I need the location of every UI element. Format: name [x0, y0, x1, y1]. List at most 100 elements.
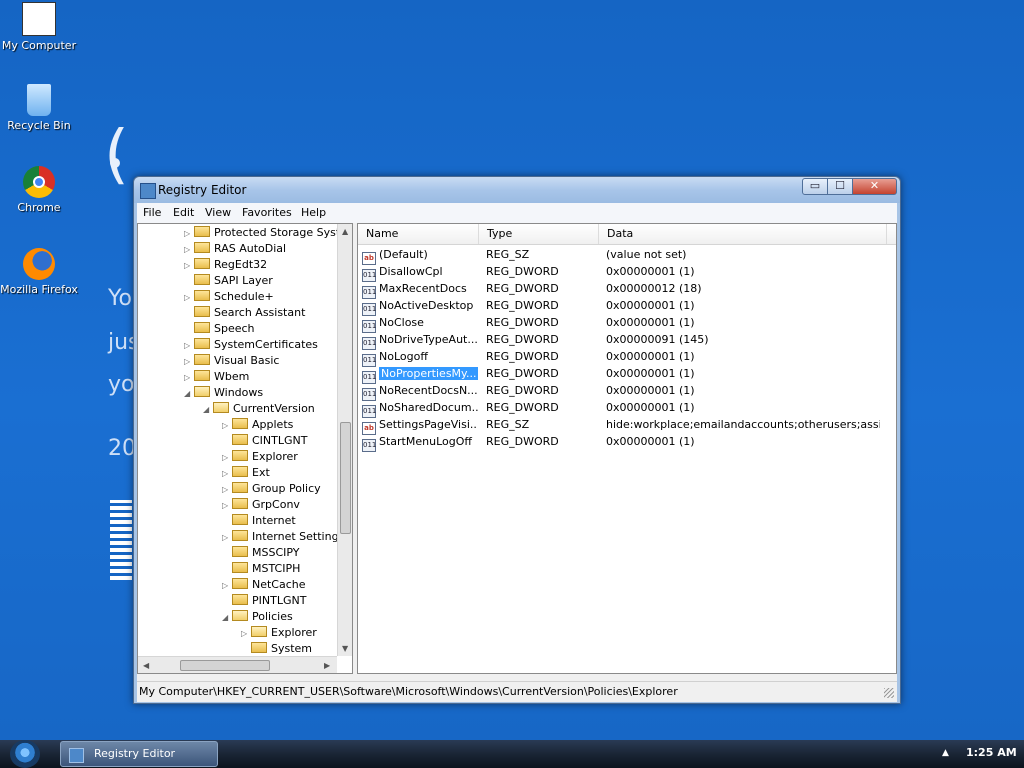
- tree-node[interactable]: ▷ Applets: [222, 417, 293, 433]
- tree-node[interactable]: ▷ Protected Storage Syst: [184, 225, 340, 241]
- expand-arrow-icon[interactable]: ▷: [184, 354, 194, 370]
- desktop-icon-my-computer[interactable]: My Computer: [0, 2, 78, 52]
- value-row[interactable]: 011 StartMenuLogOff REG_DWORD 0x00000001 (1…: [358, 433, 896, 452]
- value-row[interactable]: 011 NoPropertiesMy... REG_DWORD 0x00000001 …: [358, 365, 896, 384]
- column-header-type[interactable]: Type: [479, 224, 599, 244]
- scroll-right-icon[interactable]: ▶: [324, 661, 330, 670]
- registry-tree: ▷ Protected Storage Syst ▷ RAS AutoDial ▷ Reg…: [137, 223, 353, 674]
- expand-arrow-icon[interactable]: ▷: [184, 242, 194, 258]
- value-name-text: NoLogoff: [379, 350, 428, 363]
- close-button[interactable]: ✕: [852, 178, 897, 195]
- scroll-up-icon[interactable]: ▲: [342, 227, 348, 236]
- expand-arrow-icon[interactable]: ▷: [222, 466, 232, 482]
- value-row[interactable]: 011 NoSharedDocum... REG_DWORD 0x00000001 (…: [358, 399, 896, 418]
- background-dot: [110, 158, 120, 168]
- background-text-line: yo: [108, 372, 135, 397]
- value-row[interactable]: 011 MaxRecentDocs REG_DWORD 0x00000012 (18): [358, 280, 896, 299]
- tree-node[interactable]: SAPI Layer: [184, 273, 273, 289]
- expand-arrow-icon[interactable]: ▷: [222, 498, 232, 514]
- value-row[interactable]: ab (Default) REG_SZ (value not set): [358, 246, 896, 265]
- value-type: REG_SZ: [486, 418, 530, 431]
- resize-grip-icon[interactable]: [884, 688, 894, 698]
- scroll-left-icon[interactable]: ◀: [143, 661, 149, 670]
- expand-arrow-icon[interactable]: ▷: [184, 226, 194, 242]
- collapse-arrow-icon[interactable]: ▷: [241, 626, 251, 642]
- tree-node-label: Internet: [252, 514, 296, 527]
- tree-node[interactable]: ▷ Group Policy: [222, 481, 321, 497]
- tree-node[interactable]: MSSCIPY: [222, 545, 300, 561]
- desktop-icon-recycle-bin[interactable]: Recycle Bin: [0, 84, 78, 132]
- expand-arrow-icon[interactable]: ▷: [184, 258, 194, 274]
- tree-node[interactable]: PINTLGNT: [222, 593, 306, 609]
- tree-node[interactable]: ▷ RAS AutoDial: [184, 241, 286, 257]
- value-row[interactable]: 011 NoActiveDesktop REG_DWORD 0x00000001 (1…: [358, 297, 896, 316]
- taskbar-button-registry-editor[interactable]: Registry Editor: [60, 741, 218, 767]
- value-row[interactable]: 011 NoDriveTypeAut... REG_DWORD 0x00000091 …: [358, 331, 896, 350]
- regedit-icon: [69, 748, 84, 763]
- tree-node[interactable]: Speech: [184, 321, 255, 337]
- folder-icon: [251, 626, 267, 637]
- value-row[interactable]: 011 DisallowCpl REG_DWORD 0x00000001 (1): [358, 263, 896, 282]
- column-header-name[interactable]: Name: [358, 224, 479, 244]
- column-header-data[interactable]: Data: [599, 224, 887, 244]
- tree-node[interactable]: ▷ RegEdt32: [184, 257, 267, 273]
- tree-node[interactable]: ◢ CurrentVersion: [203, 401, 315, 417]
- tree-node[interactable]: ▷ Ext: [222, 465, 270, 481]
- tree-node[interactable]: ◢ Windows: [184, 385, 263, 401]
- menu-edit[interactable]: Edit: [173, 206, 194, 219]
- tree-node[interactable]: ◢ Policies: [222, 609, 293, 625]
- collapse-arrow-icon[interactable]: ◢: [203, 402, 213, 418]
- tree-vertical-scroll-thumb[interactable]: [340, 422, 351, 534]
- tree-vertical-scrollbar[interactable]: ▲ ▼: [337, 224, 352, 656]
- value-row[interactable]: 011 NoLogoff REG_DWORD 0x00000001 (1): [358, 348, 896, 367]
- desktop-icon-chrome[interactable]: Chrome: [0, 166, 78, 214]
- tree-node[interactable]: ▷ NetCache: [222, 577, 306, 593]
- tree-node[interactable]: ▷ Explorer: [222, 449, 298, 465]
- expand-arrow-icon[interactable]: ▷: [184, 370, 194, 386]
- clock[interactable]: 1:25 AM: [966, 746, 1017, 759]
- tree-horizontal-scrollbar[interactable]: ◀ ▶: [138, 656, 337, 673]
- maximize-button[interactable]: ☐: [827, 178, 853, 195]
- tree-node[interactable]: ▷ Wbem: [184, 369, 249, 385]
- expand-arrow-icon[interactable]: ▷: [222, 450, 232, 466]
- expand-arrow-icon[interactable]: ▷: [222, 482, 232, 498]
- folder-icon: [232, 562, 248, 573]
- scroll-down-icon[interactable]: ▼: [342, 644, 348, 653]
- value-name: 011 StartMenuLogOff: [362, 433, 478, 452]
- menu-help[interactable]: Help: [301, 206, 326, 219]
- expand-arrow-icon[interactable]: ▷: [184, 338, 194, 354]
- tree-horizontal-scroll-thumb[interactable]: [180, 660, 270, 671]
- minimize-button[interactable]: ▭: [802, 178, 828, 195]
- tree-node[interactable]: ▷ SystemCertificates: [184, 337, 318, 353]
- value-row[interactable]: 011 NoClose REG_DWORD 0x00000001 (1): [358, 314, 896, 333]
- value-row[interactable]: 011 NoRecentDocsN... REG_DWORD 0x00000001 (…: [358, 382, 896, 401]
- tree-node[interactable]: ▷ GrpConv: [222, 497, 300, 513]
- tree-node[interactable]: System: [241, 641, 312, 657]
- value-row[interactable]: ab SettingsPageVisi... REG_SZ hide:workplac…: [358, 416, 896, 435]
- menu-file[interactable]: File: [143, 206, 161, 219]
- expand-arrow-icon[interactable]: ▷: [184, 290, 194, 306]
- expand-arrow-icon[interactable]: ▷: [222, 418, 232, 434]
- menu-view[interactable]: View: [205, 206, 231, 219]
- menu-favorites[interactable]: Favorites: [242, 206, 292, 219]
- start-button[interactable]: [10, 740, 40, 768]
- expand-arrow-icon[interactable]: ▷: [222, 578, 232, 594]
- title-bar[interactable]: Registry Editor ▭ ☐ ✕: [134, 177, 900, 203]
- collapse-arrow-icon[interactable]: ◢: [184, 386, 194, 402]
- value-name-text: NoActiveDesktop: [379, 299, 474, 312]
- expand-arrow-icon[interactable]: ▷: [222, 530, 232, 546]
- show-hidden-icons-icon[interactable]: ▲: [942, 748, 949, 758]
- collapse-arrow-icon[interactable]: ◢: [222, 610, 232, 626]
- value-name-text: NoSharedDocum...: [379, 401, 478, 414]
- tree-node[interactable]: ▷ Schedule+: [184, 289, 274, 305]
- tree-node[interactable]: ▷ Internet Setting: [222, 529, 339, 545]
- tree-node[interactable]: Internet: [222, 513, 296, 529]
- client-area: ▷ Protected Storage Syst ▷ RAS AutoDial ▷ Reg…: [137, 223, 897, 681]
- tree-node[interactable]: Search Assistant: [184, 305, 305, 321]
- tree-node[interactable]: ▷ Explorer: [241, 625, 317, 641]
- value-data: 0x00000001 (1): [606, 350, 695, 363]
- tree-node[interactable]: CINTLGNT: [222, 433, 307, 449]
- desktop-icon-firefox[interactable]: Mozilla Firefox: [0, 248, 78, 296]
- tree-node[interactable]: ▷ Visual Basic: [184, 353, 279, 369]
- tree-node[interactable]: MSTCIPH: [222, 561, 300, 577]
